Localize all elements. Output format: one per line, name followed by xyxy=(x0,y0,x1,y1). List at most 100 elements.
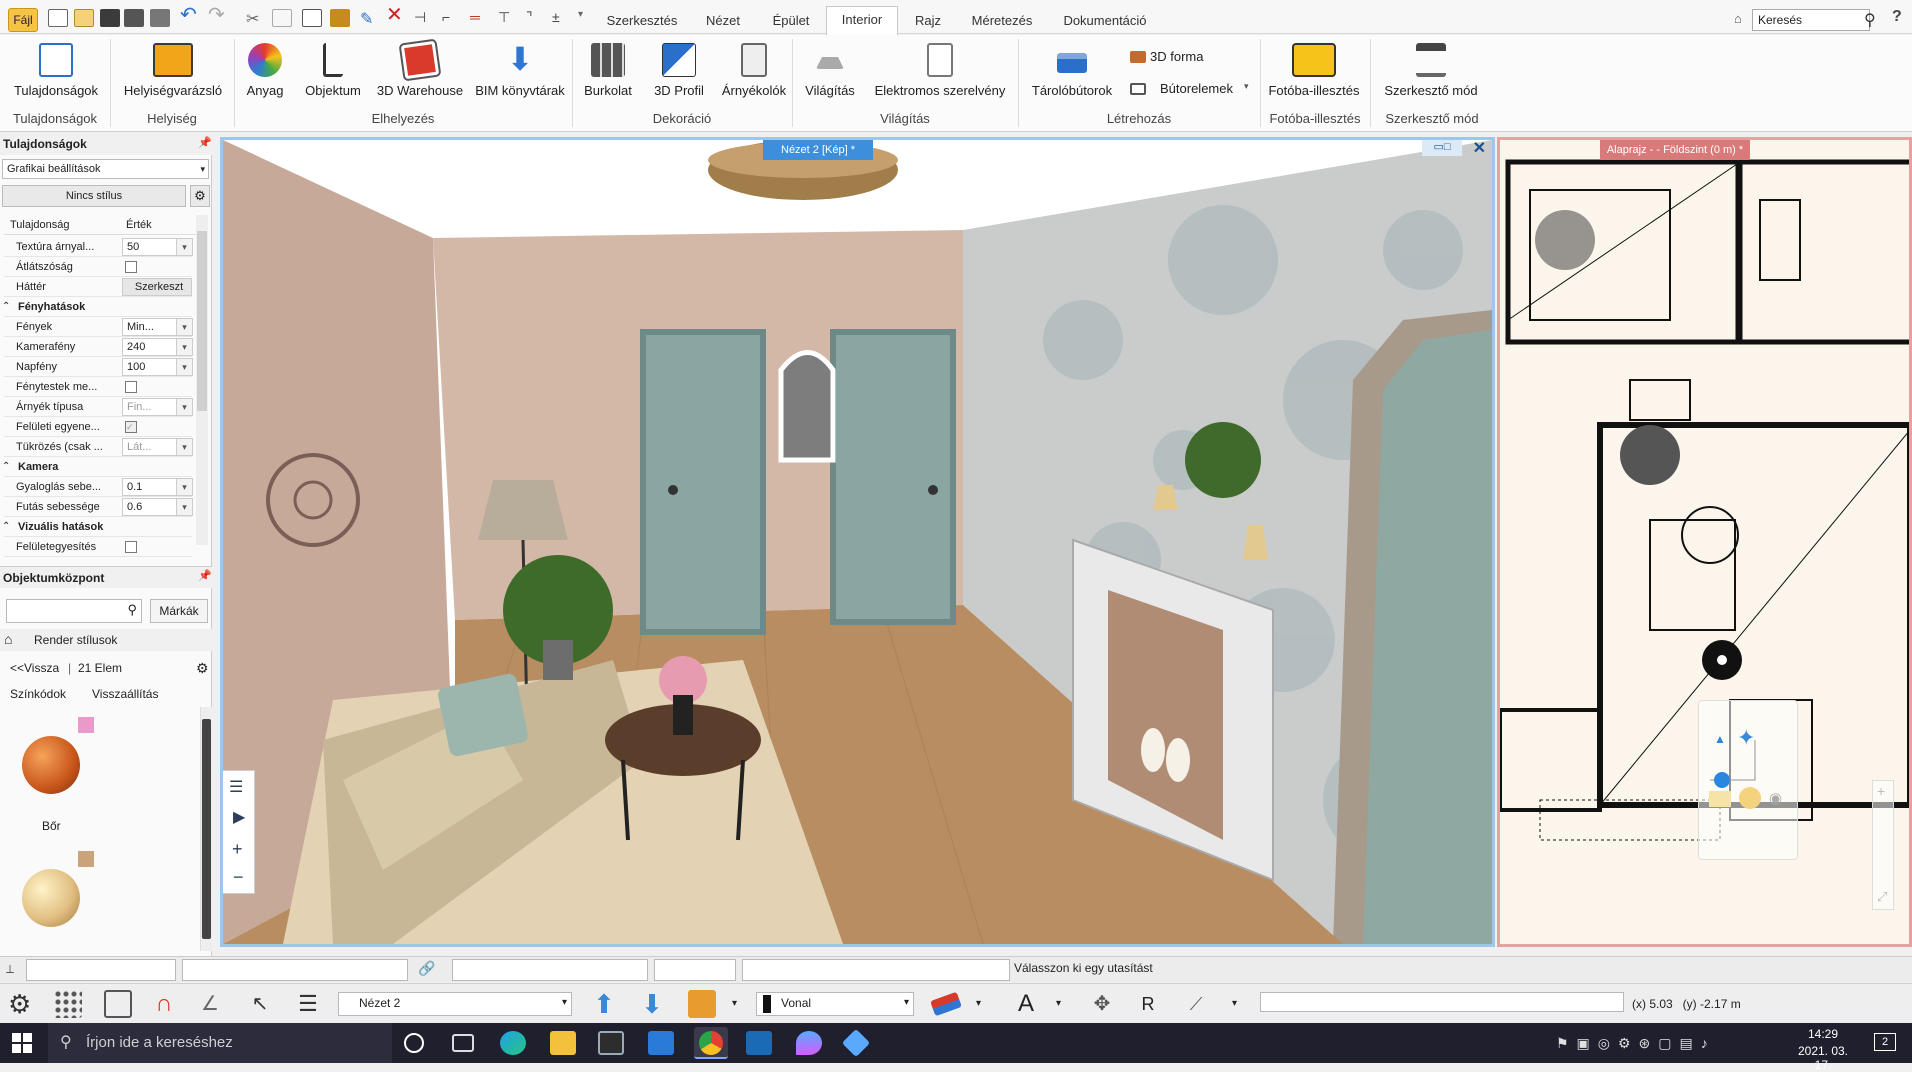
file-explorer-icon[interactable] xyxy=(550,1031,576,1055)
tab-dokumentacio[interactable]: Dokumentáció xyxy=(1048,8,1162,34)
object-scrollbar[interactable] xyxy=(200,707,212,951)
camera-direction-icon[interactable]: ▲ xyxy=(1714,732,1726,746)
prop-row[interactable]: Gyaloglás sebe... 0.1 ▾ xyxy=(4,477,193,497)
archicad-icon[interactable] xyxy=(746,1031,772,1055)
zoom-in-icon[interactable]: + xyxy=(1877,783,1885,799)
dropdown-arrow-icon[interactable]: ▾ xyxy=(976,998,981,1009)
lighting-button[interactable]: Világítás xyxy=(798,43,862,98)
close-icon[interactable]: ✕ xyxy=(1473,140,1486,158)
surface-checkbox[interactable]: ✓ xyxy=(125,421,137,433)
storage-furniture-button[interactable]: Tárolóbútorok xyxy=(1024,43,1120,98)
format-brush-icon[interactable] xyxy=(330,9,350,27)
undo-icon[interactable]: ↶ xyxy=(180,5,200,25)
file-menu-button[interactable]: Fájl xyxy=(8,8,38,32)
3d-hammer-icon[interactable] xyxy=(688,990,716,1018)
prop-row[interactable]: Tükrözés (csak ... Lát... ▾ xyxy=(4,437,193,457)
pin-icon[interactable]: 📌 xyxy=(198,136,212,149)
covering-button[interactable]: Burkolat xyxy=(578,43,638,98)
polyline-icon[interactable]: ⟋ xyxy=(1182,990,1210,1018)
graphics-settings-select[interactable]: Grafikai beállítások ▾ xyxy=(2,159,209,179)
light-fixtures-checkbox[interactable] xyxy=(125,381,137,393)
zoom-in-icon[interactable]: + xyxy=(232,839,243,860)
3d-view[interactable]: Nézet 2 [Kép] * ▭□ ✕ ☰ ▶ + − xyxy=(220,137,1495,947)
prop-row[interactable]: Textúra árnyal... 50 ▾ xyxy=(4,237,193,257)
style-select[interactable] xyxy=(452,959,648,981)
tab-interior[interactable]: Interior xyxy=(826,6,898,35)
plan-view-tab[interactable]: Alaprajz - - Földszint (0 m) * xyxy=(1600,140,1750,160)
new-file-icon[interactable] xyxy=(48,9,68,27)
layer-icon[interactable] xyxy=(1709,791,1731,807)
play-icon[interactable]: ▶ xyxy=(233,807,245,827)
customize-arrow-icon[interactable]: ▾ xyxy=(578,9,598,27)
grid-icon[interactable] xyxy=(54,990,82,1018)
magnet-icon[interactable]: ∩ xyxy=(150,990,178,1018)
cortana-icon[interactable] xyxy=(404,1033,424,1053)
store-icon[interactable] xyxy=(598,1031,624,1055)
prop-section-light-effects[interactable]: ⌃ Fényhatások xyxy=(2,297,192,317)
surface-merge-checkbox[interactable] xyxy=(125,541,137,553)
compass-icon[interactable]: ✦ xyxy=(1737,725,1755,751)
list-icon[interactable]: ☰ xyxy=(229,777,243,797)
brands-button[interactable]: Márkák xyxy=(150,599,208,623)
view-select[interactable]: Nézet 2 ▾ xyxy=(338,992,572,1016)
edge-browser-icon[interactable] xyxy=(500,1031,526,1055)
taskbar-search-input[interactable]: ⚲ Írjon ide a kereséshez xyxy=(48,1023,392,1063)
prop-row[interactable]: Napfény 100 ▾ xyxy=(4,357,193,377)
command-input[interactable] xyxy=(742,959,1010,981)
text-style-icon[interactable]: A xyxy=(1012,990,1040,1018)
angle-icon[interactable]: ∠ xyxy=(196,990,224,1018)
cut-icon[interactable]: ✂ xyxy=(246,9,266,28)
eraser-icon[interactable] xyxy=(930,991,962,1017)
prop-row[interactable]: Felületi egyene... ✓ xyxy=(4,417,192,437)
edit-mode-button[interactable]: Szerkesztő mód xyxy=(1376,43,1486,98)
pipette-icon[interactable]: ✎ xyxy=(360,9,380,28)
photo-fit-button[interactable]: Fotóba-illesztés xyxy=(1266,43,1362,98)
material-button[interactable]: Anyag xyxy=(240,43,290,98)
dropdown-arrow-icon[interactable]: ▾ xyxy=(732,998,737,1009)
copy-icon[interactable] xyxy=(272,9,292,27)
tab-nezet[interactable]: Nézet xyxy=(690,8,756,34)
settings-gear-icon[interactable]: ⚙ xyxy=(8,990,36,1018)
color-codes-link[interactable]: Színkódok xyxy=(10,687,66,701)
select-frame-icon[interactable] xyxy=(104,990,132,1018)
save-as-icon[interactable] xyxy=(124,9,144,27)
gear-icon[interactable]: ⚙ xyxy=(196,660,209,677)
list-view-icon[interactable]: ☰ xyxy=(294,990,322,1018)
measure-icon[interactable]: ± xyxy=(552,9,572,27)
prop-section-camera[interactable]: ⌃ Kamera xyxy=(2,457,192,477)
chevron-down-icon[interactable]: ▾ xyxy=(176,438,193,456)
prop-row[interactable]: Kamerafény 240 ▾ xyxy=(4,337,193,357)
redo-icon[interactable]: ↷ xyxy=(208,5,228,25)
extend-icon[interactable]: ⊤ xyxy=(498,9,518,27)
system-tray-icons[interactable]: ⚑▣◎⚙⊛▢▤♪ xyxy=(1556,1035,1716,1052)
properties-scrollbar[interactable] xyxy=(196,215,208,545)
chrome-taskbar-active[interactable] xyxy=(694,1027,728,1059)
3d-shape-button[interactable]: 3D forma xyxy=(1130,49,1203,64)
link-icon[interactable]: 🔗 xyxy=(418,960,435,977)
dimension-icon[interactable]: ⊣ xyxy=(414,9,434,27)
search-input[interactable]: Keresés xyxy=(1752,9,1870,31)
prop-row[interactable]: Fénytestek me... xyxy=(4,377,192,397)
chevron-down-icon[interactable]: ▾ xyxy=(176,398,193,416)
notification-icon[interactable]: 2 xyxy=(1874,1033,1896,1051)
chevron-down-icon[interactable]: ▾ xyxy=(176,358,193,376)
maximize-icon[interactable]: □ xyxy=(1444,141,1451,153)
chevron-down-icon[interactable]: ▾ xyxy=(176,318,193,336)
wood-material-thumb[interactable] xyxy=(22,869,80,927)
prop-row[interactable]: Fények Min... ▾ xyxy=(4,317,193,337)
relative-coord-icon[interactable]: R xyxy=(1134,990,1162,1018)
save-icon[interactable] xyxy=(100,9,120,27)
object-button[interactable]: Objektum xyxy=(300,43,366,98)
view-tab[interactable]: Nézet 2 [Kép] * xyxy=(763,140,873,160)
layer-pick-icon[interactable]: ⟂ xyxy=(6,962,14,977)
style-settings-gear-icon[interactable]: ⚙ xyxy=(190,185,210,207)
shading-button[interactable]: Árnyékolók xyxy=(718,43,790,98)
down-arrow-icon[interactable]: ⬇ xyxy=(638,990,666,1018)
chevron-down-icon[interactable]: ▾ xyxy=(176,338,193,356)
home-icon[interactable]: ⌂ xyxy=(4,631,12,647)
dropdown-arrow-icon[interactable]: ▾ xyxy=(1056,998,1061,1009)
bim-libraries-button[interactable]: ⬇ BIM könyvtárak xyxy=(472,43,568,98)
up-arrow-icon[interactable]: ⬆ xyxy=(590,990,618,1018)
dropdown-arrow-icon[interactable]: ▾ xyxy=(1244,81,1249,92)
snap-icon[interactable]: ✥ xyxy=(1088,990,1116,1018)
